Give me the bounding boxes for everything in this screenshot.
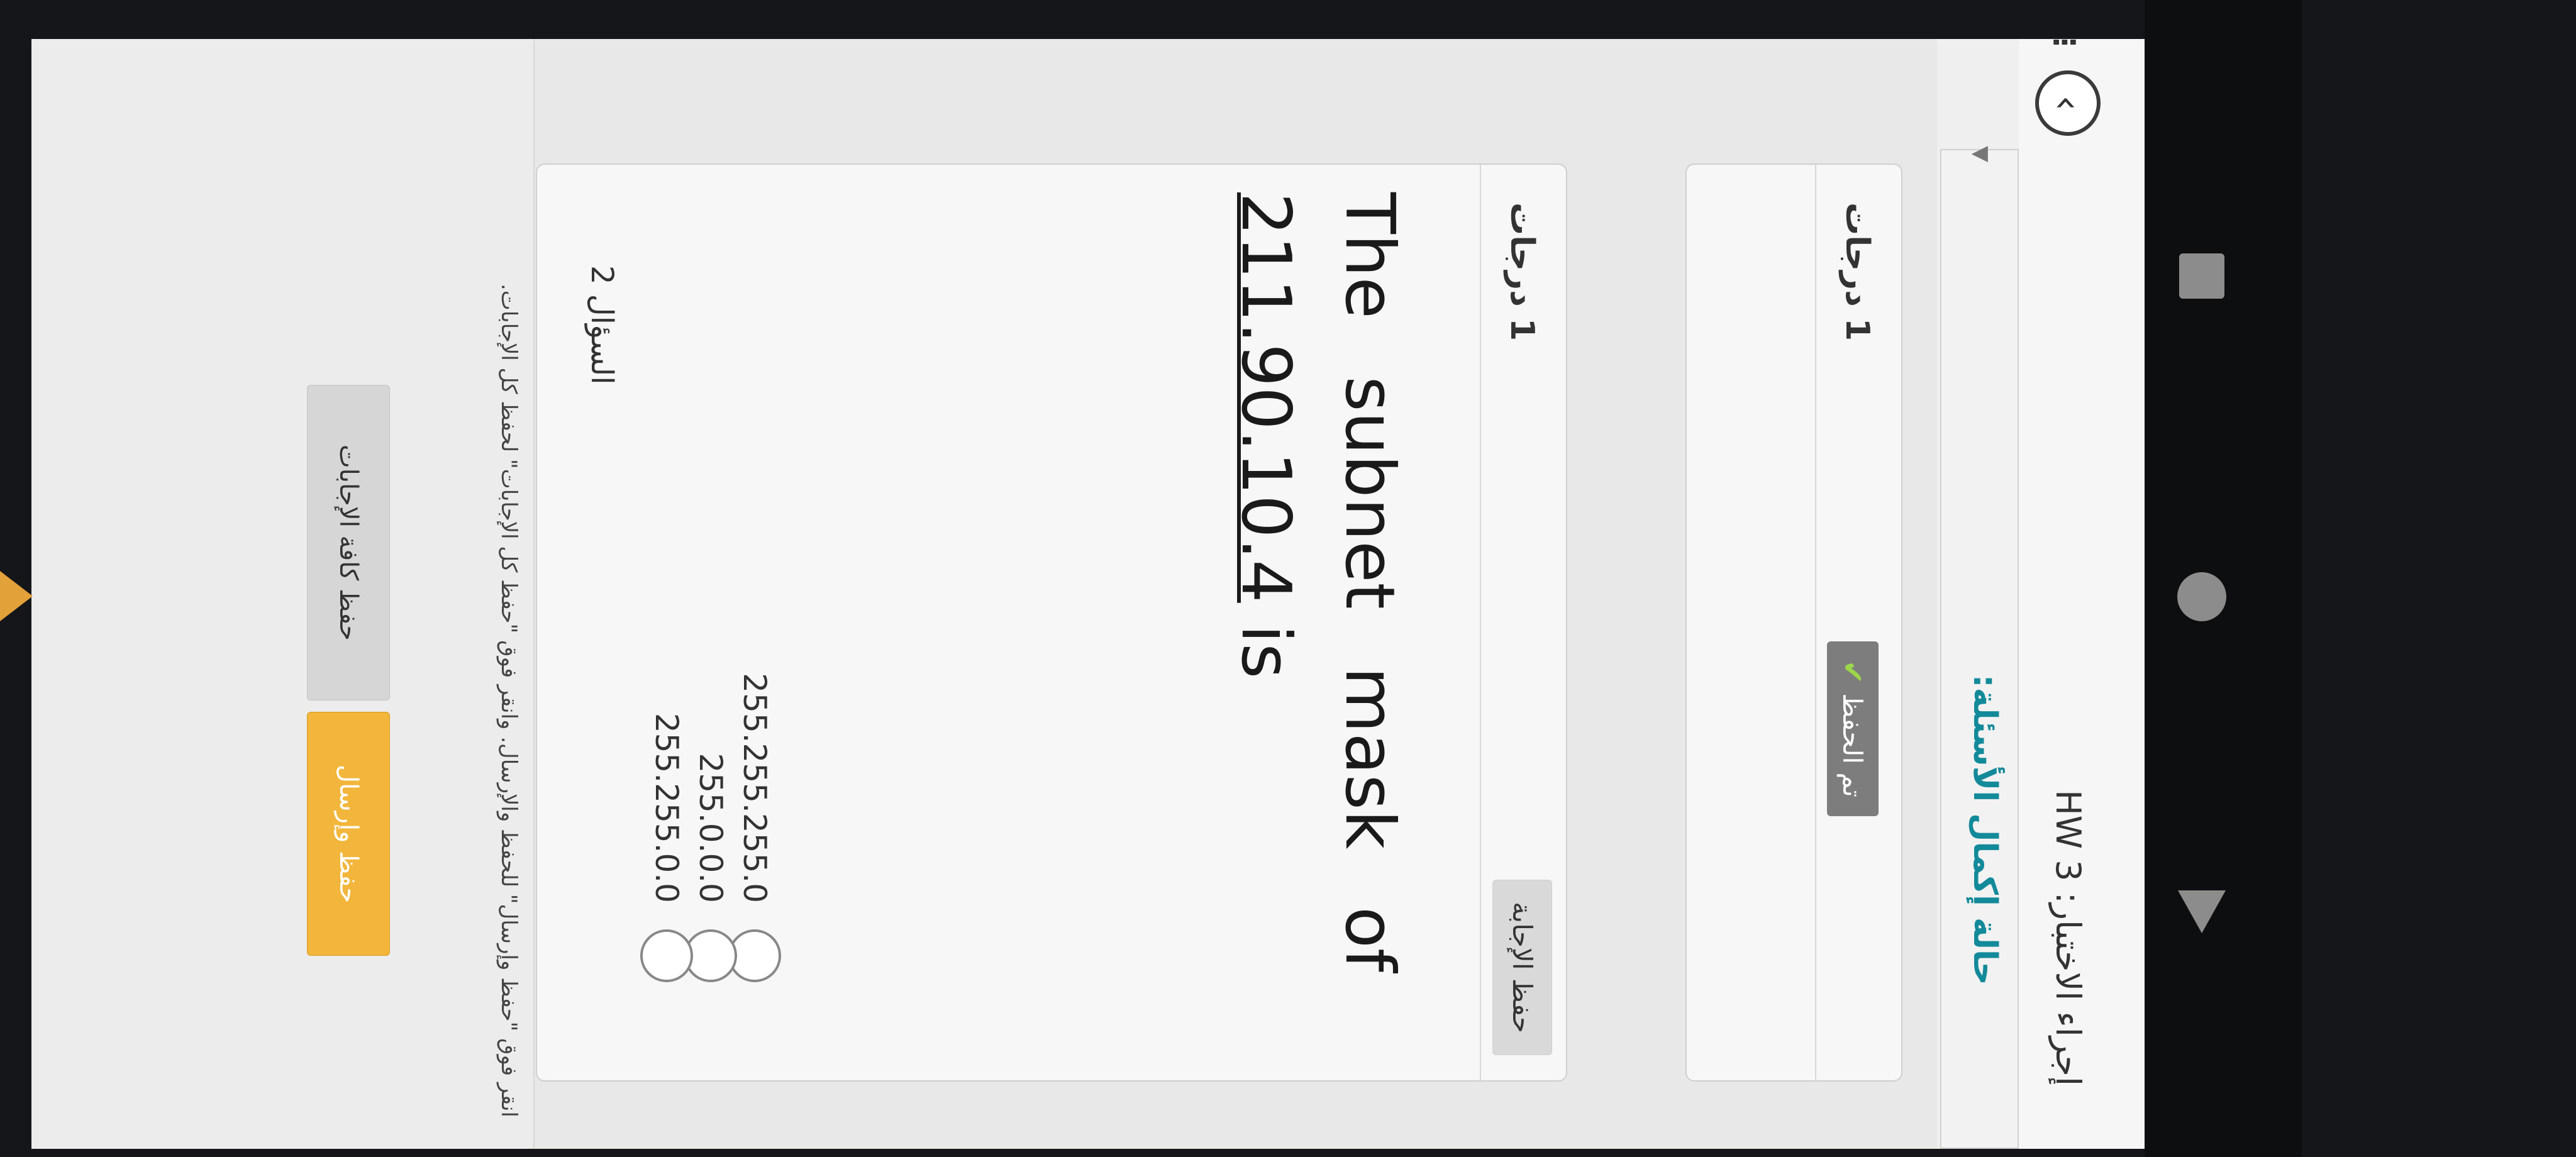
question-card-1: 1 درجات تم الحفظ ✔ bbox=[1685, 163, 1902, 1082]
caret-down-icon[interactable]: ▼ bbox=[1968, 146, 1994, 162]
footer: انقر فوق "حفظ وإرسال" للحفظ والإرسال. وا… bbox=[31, 39, 535, 1149]
kebab-icon[interactable]: ⋮ bbox=[2048, 39, 2082, 57]
question-1-header: 1 درجات تم الحفظ ✔ bbox=[1815, 165, 1901, 1080]
saved-badge: تم الحفظ ✔ bbox=[1827, 641, 1879, 816]
test-page: ‹ ⋮ إجراء الاختبار: HW 3 حالة إكمال الأس… bbox=[31, 39, 2145, 1149]
question-word: mask bbox=[1330, 667, 1409, 850]
answer-choice-3[interactable]: 255.255.0.0 bbox=[635, 353, 698, 982]
radio-button[interactable] bbox=[640, 929, 693, 982]
choice-label: 255.255.0.0 bbox=[648, 712, 685, 903]
question-2-header: 1 درجات حفظ الإجابة bbox=[1480, 165, 1566, 1080]
save-and-submit-button[interactable]: حفظ وإرسال bbox=[307, 712, 390, 956]
question-word: The bbox=[1330, 192, 1409, 319]
recent-apps-icon[interactable] bbox=[2179, 253, 2224, 299]
question-number: السؤال 2 bbox=[584, 265, 619, 385]
page-title: إجراء الاختبار: HW 3 bbox=[2048, 790, 2088, 1086]
check-icon: ✔ bbox=[1836, 660, 1870, 685]
chevron-left-icon: ‹ bbox=[2045, 95, 2091, 111]
submit-instructions: انقر فوق "حفظ وإرسال" للحفظ والإرسال. وا… bbox=[496, 283, 521, 1117]
device-screen: ‹ ⋮ إجراء الاختبار: HW 3 حالة إكمال الأس… bbox=[31, 39, 2145, 1149]
question-card-2: 1 درجات حفظ الإجابة The subnet mask of 2… bbox=[536, 163, 1567, 1082]
top-bar: ‹ ⋮ إجراء الاختبار: HW 3 bbox=[2018, 39, 2145, 1149]
back-triangle-icon[interactable] bbox=[2178, 890, 2226, 933]
question-1-points: 1 درجات bbox=[1838, 202, 1876, 341]
question-ip-address: 211.90.10.4 bbox=[1226, 192, 1305, 603]
question-word: of bbox=[1330, 906, 1409, 972]
save-answer-button[interactable]: حفظ الإجابة bbox=[1492, 879, 1552, 1055]
saved-label: تم الحفظ bbox=[1837, 693, 1868, 797]
question-status-toggle[interactable]: حالة إكمال الأسئلة: bbox=[1966, 105, 2004, 985]
status-strip: حالة إكمال الأسئلة: ▼ bbox=[1937, 39, 2019, 1149]
scroll-marker-icon bbox=[0, 571, 33, 621]
question-word: is bbox=[1226, 602, 1305, 679]
back-button[interactable]: ‹ bbox=[2035, 70, 2101, 136]
system-nav-bar bbox=[2145, 0, 2302, 1157]
question-word: subnet bbox=[1330, 376, 1409, 609]
home-icon[interactable] bbox=[2177, 572, 2226, 621]
save-all-answers-button[interactable]: حفظ كافة الإجابات bbox=[307, 385, 390, 700]
question-2-points: 1 درجات bbox=[1503, 202, 1541, 341]
